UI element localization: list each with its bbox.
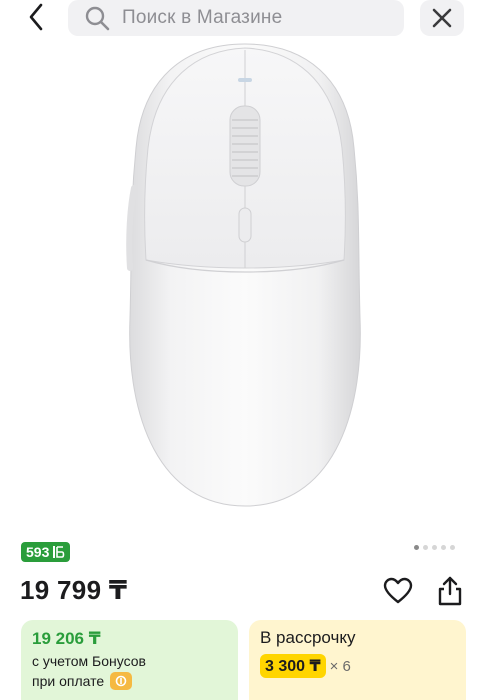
search-placeholder: Поиск в Магазине: [122, 7, 283, 28]
installment-offer: 3 300 ₸ × 6: [260, 654, 351, 678]
installment-multiplier: × 6: [329, 657, 351, 675]
share-icon: [438, 576, 462, 606]
close-button[interactable]: [420, 0, 464, 36]
share-button[interactable]: [435, 575, 465, 607]
bonus-points-badge: 593: [21, 542, 71, 562]
close-icon: [432, 8, 452, 28]
top-bar: Поиск в Магазине: [0, 0, 487, 36]
pagination-dot: [441, 545, 446, 550]
bonus-pay-label: при оплате: [32, 673, 105, 689]
installment-card[interactable]: В рассрочку 3 300 ₸ × 6: [249, 620, 466, 700]
bonus-price-card[interactable]: 19 206 ₸ с учетом Бонусов при оплате: [21, 620, 238, 700]
product-price: 19 799 ₸: [20, 575, 128, 605]
installment-amount: 3 300 ₸: [260, 654, 326, 678]
bonus-price: 19 206 ₸: [32, 629, 101, 648]
back-arrow-icon: [29, 3, 43, 31]
bonus-b-icon: [53, 546, 65, 558]
pay-icon: [110, 672, 133, 690]
favorite-button[interactable]: [383, 577, 413, 605]
bonus-price-note: с учетом Бонусов: [32, 653, 146, 669]
back-button[interactable]: [20, 2, 52, 32]
bonus-price-note-2: при оплате: [32, 672, 133, 690]
pagination-dot: [414, 545, 419, 550]
bonus-points-value: 593: [26, 544, 50, 560]
heart-icon: [383, 577, 413, 604]
installment-title: В рассрочку: [260, 628, 356, 647]
search-input[interactable]: Поиск в Магазине: [68, 0, 404, 36]
search-icon: [84, 5, 110, 31]
pagination-dot: [450, 545, 455, 550]
gallery-pagination: [414, 545, 455, 550]
pagination-dot: [423, 545, 428, 550]
product-image[interactable]: [90, 38, 400, 518]
pagination-dot: [432, 545, 437, 550]
